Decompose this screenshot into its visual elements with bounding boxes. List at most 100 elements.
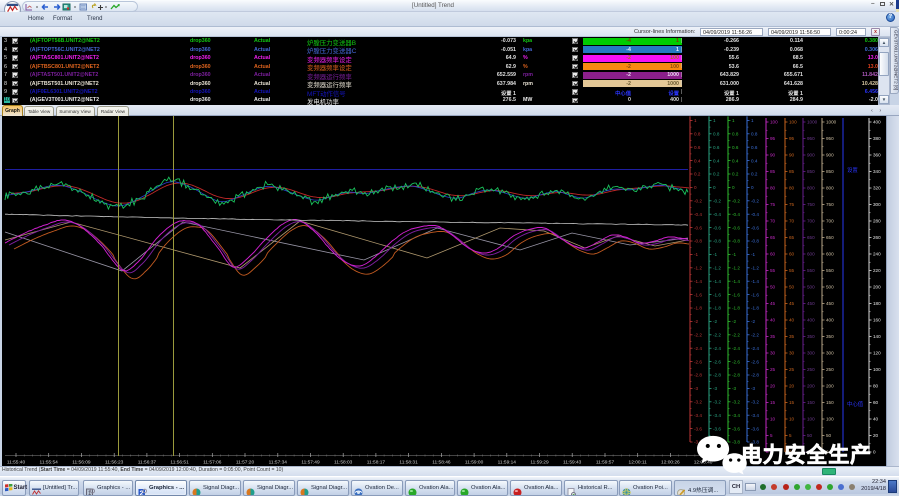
svg-text:0.6: 0.6 <box>732 145 739 150</box>
svg-text:85: 85 <box>789 169 795 174</box>
svg-text:50: 50 <box>807 433 813 438</box>
svg-text:400: 400 <box>826 318 834 323</box>
svg-text:90: 90 <box>770 153 776 158</box>
svg-text:11:57:06: 11:57:06 <box>203 460 222 466</box>
svg-text:25: 25 <box>770 367 776 372</box>
svg-text:80: 80 <box>770 186 776 191</box>
svg-text:200: 200 <box>807 384 815 389</box>
svg-text:-3.6: -3.6 <box>713 426 721 431</box>
svg-text:11:55:40: 11:55:40 <box>7 460 26 466</box>
svg-text:350: 350 <box>826 334 834 339</box>
svg-text:0: 0 <box>873 450 876 455</box>
svg-text:600: 600 <box>807 252 815 257</box>
svg-text:20: 20 <box>770 384 776 389</box>
svg-text:-0.6: -0.6 <box>751 225 759 230</box>
svg-text:55: 55 <box>770 268 776 273</box>
svg-text:70: 70 <box>789 219 795 224</box>
svg-text:50: 50 <box>789 285 795 290</box>
svg-text:30: 30 <box>789 351 795 356</box>
svg-text:-2.6: -2.6 <box>732 359 740 364</box>
svg-text:-1.4: -1.4 <box>713 279 721 284</box>
svg-text:650: 650 <box>826 235 834 240</box>
svg-text:260: 260 <box>873 235 881 240</box>
svg-text:800: 800 <box>826 186 834 191</box>
svg-text:0.2: 0.2 <box>751 172 758 177</box>
svg-text:-3.6: -3.6 <box>732 426 740 431</box>
svg-text:-2.8: -2.8 <box>732 373 740 378</box>
svg-text:220: 220 <box>873 268 881 273</box>
svg-text:250: 250 <box>826 367 834 372</box>
svg-text:25: 25 <box>789 367 795 372</box>
svg-text:200: 200 <box>873 285 881 290</box>
svg-text:85: 85 <box>770 169 776 174</box>
svg-text:0.6: 0.6 <box>751 145 758 150</box>
svg-text:设置: 设置 <box>847 166 858 174</box>
svg-text:10: 10 <box>770 417 776 422</box>
svg-text:65: 65 <box>789 235 795 240</box>
svg-text:40: 40 <box>770 318 776 323</box>
svg-text:320: 320 <box>873 186 881 191</box>
svg-text:35: 35 <box>770 334 776 339</box>
svg-text:30: 30 <box>770 351 776 356</box>
svg-text:0.2: 0.2 <box>732 172 739 177</box>
svg-text:-0.6: -0.6 <box>694 225 702 230</box>
svg-text:-2.2: -2.2 <box>713 333 721 338</box>
svg-text:900: 900 <box>826 153 834 158</box>
svg-text:-0.4: -0.4 <box>751 212 759 217</box>
svg-text:100: 100 <box>826 417 834 422</box>
svg-text:-0.8: -0.8 <box>694 239 702 244</box>
svg-text:15: 15 <box>789 400 795 405</box>
svg-text:650: 650 <box>807 235 815 240</box>
svg-text:10: 10 <box>789 417 795 422</box>
svg-text:0.4: 0.4 <box>713 158 720 163</box>
svg-text:0.8: 0.8 <box>732 132 739 137</box>
svg-text:0: 0 <box>694 185 697 190</box>
svg-text:-0.4: -0.4 <box>732 212 740 217</box>
svg-text:1: 1 <box>751 118 754 123</box>
svg-text:0.4: 0.4 <box>694 158 701 163</box>
svg-text:-1.8: -1.8 <box>732 306 740 311</box>
svg-text:-1: -1 <box>694 252 699 257</box>
svg-text:-3.2: -3.2 <box>732 400 740 405</box>
svg-text:300: 300 <box>807 351 815 356</box>
svg-text:750: 750 <box>826 202 834 207</box>
svg-text:-3.6: -3.6 <box>751 426 759 431</box>
svg-text:800: 800 <box>807 186 815 191</box>
svg-text:-2.6: -2.6 <box>713 359 721 364</box>
svg-text:11:57:20: 11:57:20 <box>236 460 255 466</box>
svg-text:340: 340 <box>873 169 881 174</box>
svg-text:-1: -1 <box>713 252 718 257</box>
svg-text:0.8: 0.8 <box>751 132 758 137</box>
svg-text:-3.4: -3.4 <box>713 413 721 418</box>
svg-text:11:55:54: 11:55:54 <box>40 460 59 466</box>
svg-text:-1.6: -1.6 <box>751 292 759 297</box>
svg-text:400: 400 <box>807 318 815 323</box>
svg-text:1: 1 <box>694 118 697 123</box>
svg-text:-1.8: -1.8 <box>751 306 759 311</box>
svg-text:-3: -3 <box>694 386 699 391</box>
svg-text:11:56:51: 11:56:51 <box>170 460 189 466</box>
svg-text:95: 95 <box>789 136 795 141</box>
svg-text:-2.6: -2.6 <box>751 359 759 364</box>
svg-text:75: 75 <box>770 202 776 207</box>
svg-text:-0.8: -0.8 <box>751 239 759 244</box>
svg-text:-3.2: -3.2 <box>713 400 721 405</box>
svg-text:-2.2: -2.2 <box>732 333 740 338</box>
svg-text:-0.6: -0.6 <box>713 225 721 230</box>
svg-text:0.6: 0.6 <box>713 145 720 150</box>
svg-text:-2.4: -2.4 <box>751 346 759 351</box>
svg-text:11:59:43: 11:59:43 <box>563 460 582 466</box>
svg-text:-0.2: -0.2 <box>694 199 702 204</box>
svg-text:150: 150 <box>826 400 834 405</box>
svg-text:11:57:34: 11:57:34 <box>269 460 288 466</box>
svg-text:-0.4: -0.4 <box>694 212 702 217</box>
svg-text:5: 5 <box>770 433 773 438</box>
svg-text:-0.2: -0.2 <box>713 199 721 204</box>
svg-text:380: 380 <box>873 136 881 141</box>
svg-text:75: 75 <box>789 202 795 207</box>
svg-text:-1.6: -1.6 <box>732 292 740 297</box>
svg-text:-3.2: -3.2 <box>694 400 702 405</box>
svg-text:100: 100 <box>807 417 815 422</box>
svg-text:-0.2: -0.2 <box>732 199 740 204</box>
svg-text:-0.2: -0.2 <box>751 199 759 204</box>
